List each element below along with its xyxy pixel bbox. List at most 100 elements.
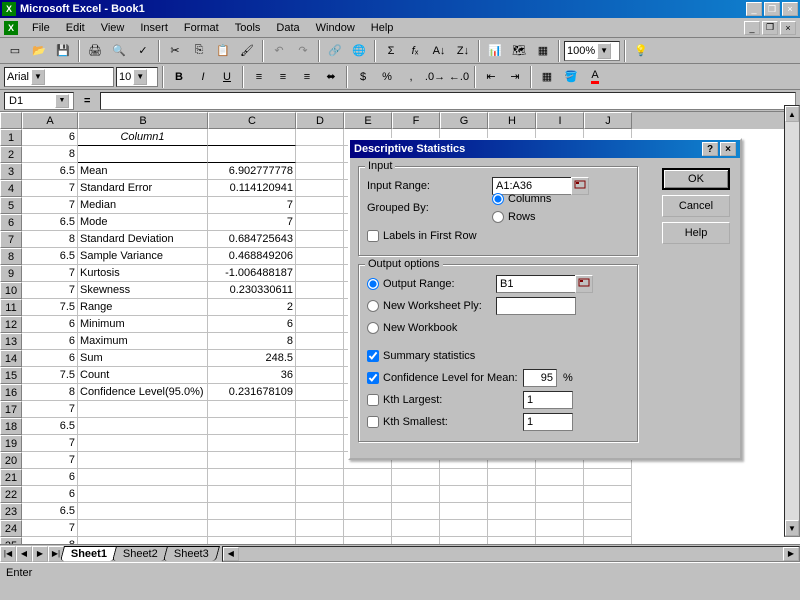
cell[interactable] (296, 180, 344, 197)
kth-smallest-field[interactable] (523, 413, 573, 431)
row-header[interactable]: 15 (0, 367, 22, 384)
row-header[interactable]: 14 (0, 350, 22, 367)
dialog-help-icon[interactable]: ? (702, 142, 718, 156)
doc-restore-button[interactable]: ❐ (762, 21, 778, 35)
cell[interactable]: Sample Variance (78, 248, 208, 265)
redo-icon[interactable]: ↷ (292, 40, 314, 62)
prev-sheet-icon[interactable]: ◀ (16, 546, 32, 562)
cell[interactable]: 6 (22, 316, 78, 333)
cell[interactable] (440, 469, 488, 486)
sort-desc-icon[interactable]: Z↓ (452, 40, 474, 62)
help-button[interactable]: Help (662, 222, 730, 244)
col-header-e[interactable]: E (344, 112, 392, 129)
chart-icon[interactable]: 📊 (484, 40, 506, 62)
menu-file[interactable]: File (24, 20, 58, 36)
web-toolbar-icon[interactable]: 🌐 (348, 40, 370, 62)
cell[interactable] (78, 537, 208, 544)
underline-icon[interactable]: U (216, 66, 238, 88)
cell[interactable] (296, 214, 344, 231)
cell[interactable] (488, 469, 536, 486)
row-header[interactable]: 13 (0, 333, 22, 350)
cell[interactable] (296, 384, 344, 401)
cell[interactable] (208, 486, 296, 503)
cell[interactable] (208, 401, 296, 418)
cell[interactable]: 7 (22, 282, 78, 299)
dialog-titlebar[interactable]: Descriptive Statistics ? × (350, 140, 740, 158)
cell[interactable]: 8 (22, 384, 78, 401)
columns-radio[interactable] (492, 193, 504, 205)
copy-icon[interactable]: ⎘ (188, 40, 210, 62)
cell[interactable]: 7 (22, 401, 78, 418)
menu-insert[interactable]: Insert (132, 20, 176, 36)
col-header-h[interactable]: H (488, 112, 536, 129)
cell[interactable] (208, 435, 296, 452)
cell[interactable]: 7 (22, 452, 78, 469)
row-header[interactable]: 4 (0, 180, 22, 197)
cell[interactable]: 6 (22, 486, 78, 503)
borders-icon[interactable]: ▦ (536, 66, 558, 88)
name-box[interactable]: D1▼ (4, 92, 74, 110)
formula-input[interactable] (100, 92, 796, 110)
percent-icon[interactable]: % (376, 66, 398, 88)
row-header[interactable]: 20 (0, 452, 22, 469)
confidence-checkbox[interactable] (367, 372, 379, 384)
cell[interactable] (296, 163, 344, 180)
cell[interactable] (296, 350, 344, 367)
cancel-button[interactable]: Cancel (662, 195, 730, 217)
row-header[interactable]: 2 (0, 146, 22, 163)
undo-icon[interactable]: ↶ (268, 40, 290, 62)
cell[interactable] (584, 469, 632, 486)
increase-decimal-icon[interactable]: .0→ (424, 66, 446, 88)
first-sheet-icon[interactable]: |◀ (0, 546, 16, 562)
cell[interactable]: 8 (22, 537, 78, 544)
cell[interactable] (296, 469, 344, 486)
col-header-b[interactable]: B (78, 112, 208, 129)
next-sheet-icon[interactable]: ▶ (32, 546, 48, 562)
cell[interactable] (392, 486, 440, 503)
menu-help[interactable]: Help (363, 20, 402, 36)
cell[interactable] (296, 299, 344, 316)
cell[interactable]: Skewness (78, 282, 208, 299)
font-color-icon[interactable]: A (584, 66, 606, 88)
col-header-i[interactable]: I (536, 112, 584, 129)
cell[interactable] (440, 537, 488, 544)
italic-icon[interactable]: I (192, 66, 214, 88)
cell[interactable] (392, 520, 440, 537)
scroll-right-icon[interactable]: ▶ (783, 547, 799, 561)
map-icon[interactable]: 🗺 (508, 40, 530, 62)
cell[interactable] (296, 316, 344, 333)
output-range-field[interactable] (496, 275, 576, 293)
cell[interactable]: Confidence Level(95.0%) (78, 384, 208, 401)
cell[interactable] (78, 435, 208, 452)
cell[interactable] (296, 418, 344, 435)
dialog-close-icon[interactable]: × (720, 142, 736, 156)
cell[interactable]: 7 (22, 265, 78, 282)
cell[interactable]: 6.5 (22, 418, 78, 435)
row-header[interactable]: 19 (0, 435, 22, 452)
font-size-combo[interactable]: 10▼ (116, 67, 158, 87)
output-range-radio[interactable] (367, 278, 379, 290)
sheet-tab-3[interactable]: Sheet3 (163, 546, 220, 561)
cell[interactable]: 0.684725643 (208, 231, 296, 248)
summary-stats-checkbox[interactable] (367, 350, 379, 362)
decrease-indent-icon[interactable]: ⇤ (480, 66, 502, 88)
office-assistant-icon[interactable]: 💡 (630, 40, 652, 62)
cell[interactable] (440, 520, 488, 537)
cell[interactable] (296, 146, 344, 163)
cell[interactable] (296, 129, 344, 146)
kth-largest-field[interactable] (523, 391, 573, 409)
cell[interactable] (78, 401, 208, 418)
doc-minimize-button[interactable]: _ (744, 21, 760, 35)
cell[interactable] (296, 401, 344, 418)
cell[interactable]: 6.5 (22, 163, 78, 180)
col-header-g[interactable]: G (440, 112, 488, 129)
sheet-tab-1[interactable]: Sheet1 (60, 546, 118, 561)
cell[interactable]: Kurtosis (78, 265, 208, 282)
cell[interactable] (296, 265, 344, 282)
cell[interactable] (344, 469, 392, 486)
cell[interactable]: Count (78, 367, 208, 384)
cell[interactable] (392, 503, 440, 520)
cell[interactable] (78, 452, 208, 469)
align-center-icon[interactable]: ≡ (272, 66, 294, 88)
cell[interactable] (392, 537, 440, 544)
